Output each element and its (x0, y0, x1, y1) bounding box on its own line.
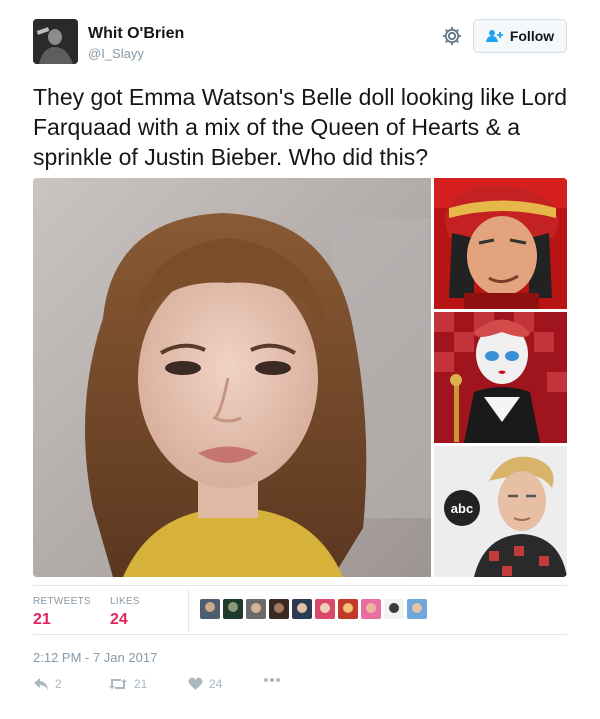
doll-photo[interactable] (33, 178, 431, 577)
retweet-count: 21 (134, 677, 148, 691)
likers-avatars (200, 599, 427, 619)
likes-label: LIKES (110, 596, 140, 607)
like-button[interactable]: 24 (188, 677, 222, 691)
gear-icon[interactable] (441, 25, 463, 47)
retweet-icon (108, 677, 128, 691)
retweets-label: RETWEETS (33, 596, 91, 607)
liker-avatar[interactable] (315, 599, 335, 619)
stats-divider-bottom (33, 634, 567, 635)
user-handle[interactable]: @I_Slayy (88, 46, 144, 61)
abc-logo: abc (451, 501, 473, 516)
liker-avatar[interactable] (292, 599, 312, 619)
heart-icon (188, 677, 203, 691)
tweet-card: Whit O'Brien @I_Slayy Follow They got Em… (0, 0, 600, 719)
retweet-button[interactable]: 21 (108, 677, 147, 691)
likes-count[interactable]: 24 (110, 611, 128, 629)
follow-label: Follow (509, 28, 555, 44)
more-icon (263, 677, 281, 683)
liker-avatar[interactable] (269, 599, 289, 619)
stats-separator (188, 590, 189, 632)
follow-button[interactable]: Follow (473, 19, 567, 53)
tweet-timestamp[interactable]: 2:12 PM - 7 Jan 2017 (33, 650, 157, 665)
stats-divider-top (33, 585, 567, 586)
liker-avatar[interactable] (338, 599, 358, 619)
liker-avatar[interactable] (384, 599, 404, 619)
like-count: 24 (209, 677, 223, 691)
retweets-count[interactable]: 21 (33, 611, 51, 629)
reply-count: 2 (55, 677, 62, 691)
more-options-button[interactable] (263, 677, 281, 683)
queen-of-hearts-image[interactable] (434, 312, 567, 443)
user-name[interactable]: Whit O'Brien (88, 25, 184, 43)
liker-avatar[interactable] (246, 599, 266, 619)
farquaad-image[interactable] (434, 178, 567, 309)
liker-avatar[interactable] (223, 599, 243, 619)
bieber-image[interactable]: abc (434, 446, 567, 577)
liker-avatar[interactable] (200, 599, 220, 619)
tweet-text: They got Emma Watson's Belle doll lookin… (33, 84, 568, 170)
liker-avatar[interactable] (361, 599, 381, 619)
liker-avatar[interactable] (407, 599, 427, 619)
reply-icon (33, 677, 49, 691)
reply-button[interactable]: 2 (33, 677, 62, 691)
add-user-icon (485, 29, 504, 43)
avatar[interactable] (33, 19, 78, 64)
